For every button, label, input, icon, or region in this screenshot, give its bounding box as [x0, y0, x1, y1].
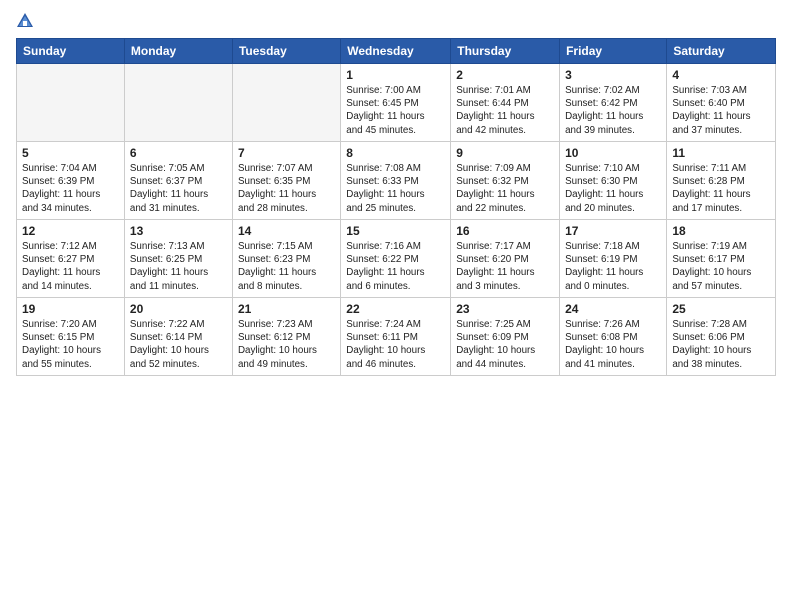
day-info: Sunrise: 7:25 AM Sunset: 6:09 PM Dayligh…: [456, 318, 554, 371]
day-info: Sunrise: 7:00 AM Sunset: 6:45 PM Dayligh…: [346, 84, 445, 137]
weekday-header-tuesday: Tuesday: [232, 39, 340, 64]
calendar-cell: [17, 64, 125, 142]
calendar: SundayMondayTuesdayWednesdayThursdayFrid…: [16, 38, 776, 376]
day-number: 7: [238, 146, 335, 160]
calendar-cell: 11 Sunrise: 7:11 AM Sunset: 6:28 PM Dayli…: [667, 142, 776, 220]
calendar-cell: 13 Sunrise: 7:13 AM Sunset: 6:25 PM Dayli…: [124, 220, 232, 298]
day-number: 25: [672, 302, 770, 316]
calendar-cell: 6 Sunrise: 7:05 AM Sunset: 6:37 PM Daylig…: [124, 142, 232, 220]
day-number: 10: [565, 146, 661, 160]
calendar-cell: 8 Sunrise: 7:08 AM Sunset: 6:33 PM Daylig…: [341, 142, 451, 220]
calendar-cell: 19 Sunrise: 7:20 AM Sunset: 6:15 PM Dayli…: [17, 298, 125, 376]
day-info: Sunrise: 7:02 AM Sunset: 6:42 PM Dayligh…: [565, 84, 661, 137]
day-info: Sunrise: 7:12 AM Sunset: 6:27 PM Dayligh…: [22, 240, 119, 293]
weekday-header-sunday: Sunday: [17, 39, 125, 64]
day-number: 21: [238, 302, 335, 316]
day-number: 12: [22, 224, 119, 238]
day-info: Sunrise: 7:08 AM Sunset: 6:33 PM Dayligh…: [346, 162, 445, 215]
weekday-header-thursday: Thursday: [451, 39, 560, 64]
day-info: Sunrise: 7:09 AM Sunset: 6:32 PM Dayligh…: [456, 162, 554, 215]
calendar-cell: 15 Sunrise: 7:16 AM Sunset: 6:22 PM Dayli…: [341, 220, 451, 298]
day-info: Sunrise: 7:28 AM Sunset: 6:06 PM Dayligh…: [672, 318, 770, 371]
day-number: 19: [22, 302, 119, 316]
day-info: Sunrise: 7:18 AM Sunset: 6:19 PM Dayligh…: [565, 240, 661, 293]
logo: [16, 12, 36, 30]
day-info: Sunrise: 7:22 AM Sunset: 6:14 PM Dayligh…: [130, 318, 227, 371]
day-info: Sunrise: 7:26 AM Sunset: 6:08 PM Dayligh…: [565, 318, 661, 371]
day-info: Sunrise: 7:20 AM Sunset: 6:15 PM Dayligh…: [22, 318, 119, 371]
weekday-header-monday: Monday: [124, 39, 232, 64]
calendar-cell: 24 Sunrise: 7:26 AM Sunset: 6:08 PM Dayli…: [560, 298, 667, 376]
calendar-cell: 12 Sunrise: 7:12 AM Sunset: 6:27 PM Dayli…: [17, 220, 125, 298]
calendar-cell: 2 Sunrise: 7:01 AM Sunset: 6:44 PM Daylig…: [451, 64, 560, 142]
day-number: 6: [130, 146, 227, 160]
calendar-cell: 21 Sunrise: 7:23 AM Sunset: 6:12 PM Dayli…: [232, 298, 340, 376]
day-info: Sunrise: 7:01 AM Sunset: 6:44 PM Dayligh…: [456, 84, 554, 137]
day-info: Sunrise: 7:04 AM Sunset: 6:39 PM Dayligh…: [22, 162, 119, 215]
day-number: 2: [456, 68, 554, 82]
day-info: Sunrise: 7:13 AM Sunset: 6:25 PM Dayligh…: [130, 240, 227, 293]
calendar-cell: 10 Sunrise: 7:10 AM Sunset: 6:30 PM Dayli…: [560, 142, 667, 220]
calendar-cell: 25 Sunrise: 7:28 AM Sunset: 6:06 PM Dayli…: [667, 298, 776, 376]
calendar-cell: 1 Sunrise: 7:00 AM Sunset: 6:45 PM Daylig…: [341, 64, 451, 142]
day-number: 3: [565, 68, 661, 82]
day-info: Sunrise: 7:10 AM Sunset: 6:30 PM Dayligh…: [565, 162, 661, 215]
day-info: Sunrise: 7:07 AM Sunset: 6:35 PM Dayligh…: [238, 162, 335, 215]
weekday-header-friday: Friday: [560, 39, 667, 64]
day-number: 1: [346, 68, 445, 82]
calendar-cell: 18 Sunrise: 7:19 AM Sunset: 6:17 PM Dayli…: [667, 220, 776, 298]
calendar-cell: [232, 64, 340, 142]
day-number: 20: [130, 302, 227, 316]
day-info: Sunrise: 7:17 AM Sunset: 6:20 PM Dayligh…: [456, 240, 554, 293]
calendar-cell: 16 Sunrise: 7:17 AM Sunset: 6:20 PM Dayli…: [451, 220, 560, 298]
day-number: 18: [672, 224, 770, 238]
day-number: 17: [565, 224, 661, 238]
calendar-cell: 20 Sunrise: 7:22 AM Sunset: 6:14 PM Dayli…: [124, 298, 232, 376]
calendar-cell: 17 Sunrise: 7:18 AM Sunset: 6:19 PM Dayli…: [560, 220, 667, 298]
day-number: 23: [456, 302, 554, 316]
day-number: 24: [565, 302, 661, 316]
day-number: 5: [22, 146, 119, 160]
calendar-cell: 4 Sunrise: 7:03 AM Sunset: 6:40 PM Daylig…: [667, 64, 776, 142]
day-number: 15: [346, 224, 445, 238]
day-info: Sunrise: 7:05 AM Sunset: 6:37 PM Dayligh…: [130, 162, 227, 215]
day-number: 4: [672, 68, 770, 82]
day-number: 22: [346, 302, 445, 316]
day-info: Sunrise: 7:16 AM Sunset: 6:22 PM Dayligh…: [346, 240, 445, 293]
day-info: Sunrise: 7:15 AM Sunset: 6:23 PM Dayligh…: [238, 240, 335, 293]
calendar-cell: 7 Sunrise: 7:07 AM Sunset: 6:35 PM Daylig…: [232, 142, 340, 220]
day-number: 11: [672, 146, 770, 160]
calendar-cell: 22 Sunrise: 7:24 AM Sunset: 6:11 PM Dayli…: [341, 298, 451, 376]
calendar-cell: 9 Sunrise: 7:09 AM Sunset: 6:32 PM Daylig…: [451, 142, 560, 220]
day-number: 9: [456, 146, 554, 160]
calendar-cell: 5 Sunrise: 7:04 AM Sunset: 6:39 PM Daylig…: [17, 142, 125, 220]
day-info: Sunrise: 7:23 AM Sunset: 6:12 PM Dayligh…: [238, 318, 335, 371]
weekday-header-wednesday: Wednesday: [341, 39, 451, 64]
calendar-cell: 23 Sunrise: 7:25 AM Sunset: 6:09 PM Dayli…: [451, 298, 560, 376]
calendar-cell: 3 Sunrise: 7:02 AM Sunset: 6:42 PM Daylig…: [560, 64, 667, 142]
day-info: Sunrise: 7:11 AM Sunset: 6:28 PM Dayligh…: [672, 162, 770, 215]
weekday-header-saturday: Saturday: [667, 39, 776, 64]
calendar-cell: [124, 64, 232, 142]
day-number: 8: [346, 146, 445, 160]
calendar-cell: 14 Sunrise: 7:15 AM Sunset: 6:23 PM Dayli…: [232, 220, 340, 298]
day-number: 16: [456, 224, 554, 238]
day-info: Sunrise: 7:24 AM Sunset: 6:11 PM Dayligh…: [346, 318, 445, 371]
day-info: Sunrise: 7:19 AM Sunset: 6:17 PM Dayligh…: [672, 240, 770, 293]
day-info: Sunrise: 7:03 AM Sunset: 6:40 PM Dayligh…: [672, 84, 770, 137]
day-number: 14: [238, 224, 335, 238]
day-number: 13: [130, 224, 227, 238]
